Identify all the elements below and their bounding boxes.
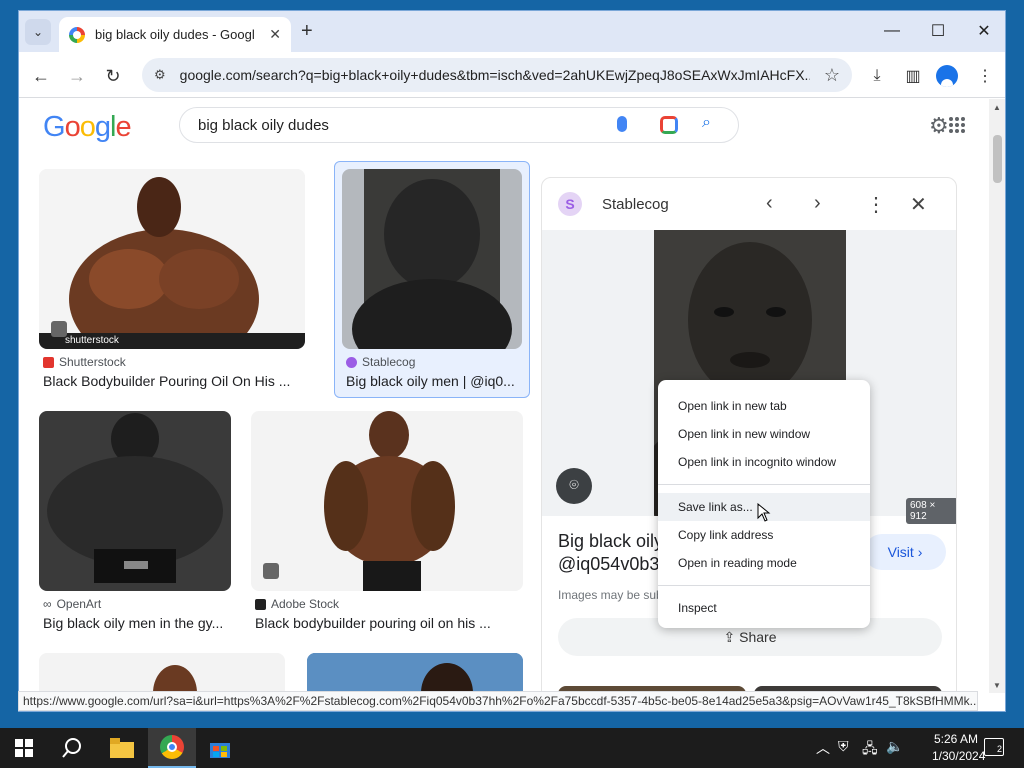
result-image-6[interactable] bbox=[307, 653, 523, 693]
result-image-3[interactable] bbox=[39, 411, 231, 591]
watermark-text: shutterstock bbox=[65, 335, 119, 346]
forward-button[interactable]: → bbox=[63, 62, 91, 90]
tab-search-button[interactable]: ⌄ bbox=[25, 19, 51, 45]
mouse-cursor-icon bbox=[757, 503, 771, 522]
search-icon[interactable]: ⌕ bbox=[702, 114, 711, 132]
file-explorer-button[interactable] bbox=[98, 728, 146, 768]
notification-icon[interactable]: 2 bbox=[984, 738, 1004, 756]
tab-close-icon[interactable]: ✕ bbox=[269, 26, 281, 43]
tray-chevron-icon[interactable]: ︿ bbox=[816, 738, 830, 758]
adobe-stock-favicon-icon bbox=[255, 598, 266, 610]
result-title-1[interactable]: Black Bodybuilder Pouring Oil On His ... bbox=[43, 373, 305, 389]
menu-open-reading-mode[interactable]: Open in reading mode bbox=[658, 549, 870, 577]
store-bag-icon bbox=[210, 743, 230, 758]
result-source-4[interactable]: Adobe Stock bbox=[255, 597, 339, 611]
network-icon[interactable]: 🖧 bbox=[862, 738, 878, 762]
windows-logo-icon bbox=[15, 739, 33, 757]
menu-kebab-icon[interactable]: ⋮ bbox=[973, 64, 997, 88]
bookmark-star-icon[interactable]: ☆ bbox=[824, 65, 840, 86]
google-favicon-icon bbox=[69, 26, 85, 43]
result-source-2[interactable]: Stablecog bbox=[346, 355, 415, 369]
result-title-3[interactable]: Big black oily men in the gy... bbox=[43, 615, 231, 631]
tab-title: big black oily dudes - Google S bbox=[95, 27, 255, 42]
minimize-button[interactable]: — bbox=[869, 17, 915, 45]
lens-search-icon[interactable]: ⌾ bbox=[556, 468, 592, 504]
result-image-4[interactable] bbox=[251, 411, 523, 591]
tab-active[interactable]: big black oily dudes - Google S ✕ bbox=[59, 17, 291, 52]
side-panel-icon[interactable]: ▥ bbox=[901, 64, 925, 88]
copyright-notice: Images may be sub bbox=[558, 588, 663, 602]
reload-button[interactable]: ↻ bbox=[99, 62, 127, 90]
close-window-button[interactable]: ✕ bbox=[961, 17, 1005, 45]
new-tab-button[interactable]: + bbox=[301, 20, 313, 43]
menu-open-incognito[interactable]: Open link in incognito window bbox=[658, 448, 870, 476]
apps-grid-icon[interactable] bbox=[949, 117, 965, 133]
result-title-2[interactable]: Big black oily men | @iq0... bbox=[346, 373, 522, 389]
download-icon[interactable]: ⤓ bbox=[865, 64, 889, 88]
next-image-icon[interactable]: › bbox=[814, 192, 821, 215]
openart-favicon-icon: ∞ bbox=[43, 597, 52, 611]
close-panel-icon[interactable]: ✕ bbox=[910, 192, 927, 217]
stablecog-logo-icon: S bbox=[558, 192, 582, 216]
google-logo[interactable]: Google bbox=[43, 111, 132, 144]
site-info-icon[interactable]: ⚙ bbox=[154, 67, 166, 83]
result-image-5[interactable] bbox=[39, 653, 285, 693]
result-image-1[interactable]: shutterstock bbox=[39, 169, 305, 349]
profile-avatar[interactable] bbox=[936, 65, 958, 87]
page-scrollbar[interactable]: ▲ ▼ bbox=[989, 99, 1005, 693]
result-title-4[interactable]: Black bodybuilder pouring oil on his ... bbox=[255, 615, 523, 631]
panel-source-name[interactable]: Stablecog bbox=[602, 196, 669, 213]
volume-icon[interactable]: 🔈 bbox=[886, 738, 903, 755]
menu-copy-link-address[interactable]: Copy link address bbox=[658, 521, 870, 549]
image-badge-icon bbox=[263, 563, 279, 579]
menu-open-new-window[interactable]: Open link in new window bbox=[658, 420, 870, 448]
taskbar-clock[interactable]: 5:26 AM 1/30/2024 bbox=[932, 731, 985, 765]
scroll-up-icon[interactable]: ▲ bbox=[993, 103, 1001, 112]
address-url[interactable]: google.com/search?q=big+black+oily+dudes… bbox=[180, 67, 810, 83]
search-icon bbox=[62, 738, 81, 758]
scrollbar-thumb[interactable] bbox=[993, 135, 1002, 183]
chrome-icon bbox=[160, 735, 184, 759]
menu-divider bbox=[658, 484, 870, 485]
previous-image-icon[interactable]: ‹ bbox=[766, 192, 773, 215]
start-button[interactable] bbox=[0, 728, 48, 768]
result-source-3[interactable]: ∞ OpenArt bbox=[43, 597, 101, 611]
settings-gear-icon[interactable]: ⚙ bbox=[929, 113, 949, 139]
search-query[interactable]: big black oily dudes bbox=[198, 117, 329, 134]
browser-toolbar: ← → ↻ ⚙ google.com/search?q=big+black+oi… bbox=[19, 52, 1005, 98]
scroll-down-icon[interactable]: ▼ bbox=[993, 681, 1001, 690]
image-badge-icon bbox=[51, 321, 67, 337]
windows-taskbar: ︿ ⛨ 🖧 🔈 5:26 AM 1/30/2024 2 bbox=[0, 728, 1024, 768]
maximize-button[interactable]: ☐ bbox=[915, 17, 961, 45]
result-source-1[interactable]: Shutterstock bbox=[43, 355, 126, 369]
back-button[interactable]: ← bbox=[27, 62, 55, 90]
menu-divider bbox=[658, 585, 870, 586]
taskbar-search-button[interactable] bbox=[48, 728, 96, 768]
tab-strip: ⌄ big black oily dudes - Google S ✕ + — … bbox=[19, 11, 1005, 52]
folder-icon bbox=[110, 738, 134, 758]
address-bar[interactable]: ⚙ google.com/search?q=big+black+oily+dud… bbox=[142, 58, 852, 92]
share-icon: ⇪ bbox=[723, 628, 740, 645]
search-box[interactable]: big black oily dudes ⌕ bbox=[179, 107, 739, 143]
google-lens-icon[interactable] bbox=[660, 116, 678, 134]
menu-inspect[interactable]: Inspect bbox=[658, 594, 870, 622]
panel-header: S Stablecog ‹ › ⋮ ✕ bbox=[542, 178, 956, 230]
store-button[interactable] bbox=[196, 728, 244, 768]
result-image-2[interactable] bbox=[342, 169, 522, 349]
security-icon[interactable]: ⛨ bbox=[838, 738, 849, 755]
chrome-taskbar-button[interactable] bbox=[148, 728, 196, 768]
image-dimensions: 608 × 912 bbox=[906, 498, 956, 524]
menu-open-new-tab[interactable]: Open link in new tab bbox=[658, 392, 870, 420]
microphone-icon[interactable] bbox=[617, 116, 627, 132]
stablecog-favicon-icon bbox=[346, 356, 357, 368]
more-options-icon[interactable]: ⋮ bbox=[866, 192, 886, 217]
status-bar-url: https://www.google.com/url?sa=i&url=http… bbox=[18, 691, 978, 711]
shutterstock-favicon-icon bbox=[43, 356, 54, 368]
visit-button[interactable]: Visit › bbox=[864, 534, 946, 570]
